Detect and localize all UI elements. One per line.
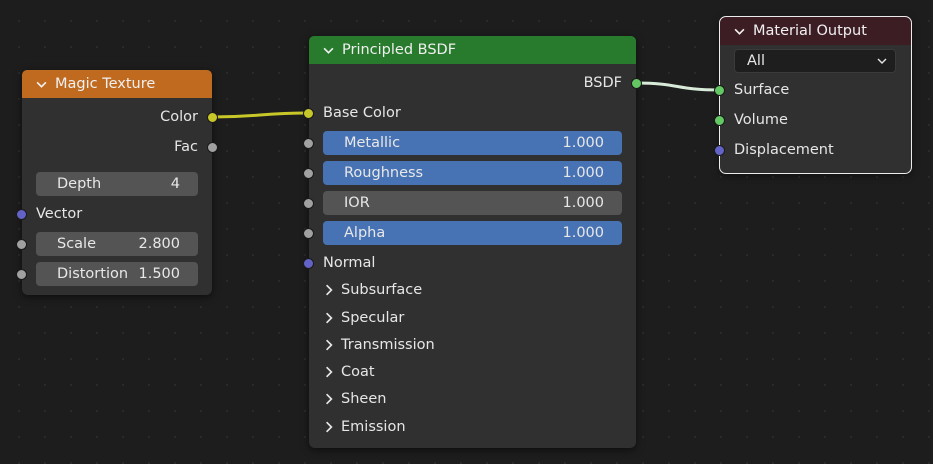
base-color-label: Base Color [323, 105, 401, 121]
roughness-input-socket[interactable] [303, 168, 314, 179]
metallic-input-socket[interactable] [303, 138, 314, 149]
panel-label: Subsurface [341, 282, 423, 298]
panel-subsurface[interactable]: Subsurface [323, 279, 422, 301]
alpha-label: Alpha [344, 225, 386, 241]
chevron-right-icon [326, 393, 333, 405]
chevron-down-icon[interactable] [36, 79, 47, 90]
node-title: Principled BSDF [342, 42, 457, 58]
distortion-input-socket[interactable] [16, 269, 27, 280]
panel-label: Transmission [341, 337, 435, 353]
chevron-right-icon [326, 284, 333, 296]
alpha-input-socket[interactable] [303, 228, 314, 239]
metallic-label: Metallic [344, 135, 401, 151]
roughness-label: Roughness [344, 165, 424, 181]
normal-input-label: Normal [323, 255, 376, 271]
node-title: Material Output [753, 23, 867, 39]
scale-input-socket[interactable] [16, 239, 27, 250]
vector-input-label: Vector [36, 206, 83, 222]
surface-input-socket[interactable] [714, 85, 725, 96]
fac-output-socket[interactable] [207, 142, 218, 153]
panel-coat[interactable]: Coat [323, 361, 375, 383]
alpha-value: 1.000 [562, 225, 604, 241]
scale-label: Scale [57, 236, 97, 252]
chevron-down-icon[interactable] [734, 26, 745, 37]
depth-field[interactable]: Depth 4 [36, 172, 198, 196]
surface-input-label: Surface [734, 82, 790, 98]
color-output-socket[interactable] [207, 112, 218, 123]
panel-label: Emission [341, 419, 406, 435]
ior-label: IOR [344, 195, 370, 211]
bsdf-to-surface-link[interactable] [635, 81, 721, 92]
principled-bsdf-header[interactable]: Principled BSDF [309, 36, 636, 64]
distortion-field[interactable]: Distortion 1.500 [36, 262, 198, 286]
volume-input-label: Volume [734, 112, 788, 128]
alpha-field[interactable]: Alpha 1.000 [323, 221, 622, 245]
bsdf-output-socket[interactable] [631, 78, 642, 89]
metallic-value: 1.000 [562, 135, 604, 151]
magic-texture-node[interactable]: Magic Texture Color Fac Depth 4 Vector S… [16, 70, 218, 295]
depth-label: Depth [57, 176, 102, 192]
panel-emission[interactable]: Emission [323, 416, 406, 438]
chevron-down-icon[interactable] [323, 45, 334, 56]
principled-bsdf-node[interactable]: Principled BSDF BSDF Base Color Metallic… [303, 36, 642, 448]
panel-specular[interactable]: Specular [323, 307, 404, 329]
node-title: Magic Texture [55, 76, 156, 92]
scale-field[interactable]: Scale 2.800 [36, 232, 198, 256]
fac-output-label: Fac [174, 139, 198, 155]
panel-label: Specular [341, 310, 405, 326]
vector-input-socket[interactable] [16, 209, 27, 220]
displacement-input-label: Displacement [734, 142, 834, 158]
ior-input-socket[interactable] [303, 198, 314, 209]
bsdf-output-label: BSDF [583, 75, 622, 91]
magic-texture-header[interactable]: Magic Texture [22, 70, 212, 98]
target-value: All [747, 53, 765, 69]
panel-label: Coat [341, 364, 375, 380]
material-output-header[interactable]: Material Output [720, 17, 911, 45]
scale-value: 2.800 [138, 236, 180, 252]
volume-input-socket[interactable] [714, 115, 725, 126]
panel-sheen[interactable]: Sheen [323, 388, 386, 410]
distortion-value: 1.500 [138, 266, 180, 282]
color-to-base-color-link[interactable] [211, 111, 310, 119]
ior-value: 1.000 [562, 195, 604, 211]
roughness-field[interactable]: Roughness 1.000 [323, 161, 622, 185]
material-output-node[interactable]: Material Output All Surface Volume Displ… [714, 16, 912, 174]
base-color-input-socket[interactable] [303, 108, 314, 119]
panel-label: Sheen [341, 391, 387, 407]
chevron-right-icon [326, 339, 333, 351]
chevron-right-icon [326, 421, 333, 433]
ior-field[interactable]: IOR 1.000 [323, 191, 622, 215]
depth-value: 4 [170, 176, 180, 192]
panel-transmission[interactable]: Transmission [323, 334, 435, 356]
metallic-field[interactable]: Metallic 1.000 [323, 131, 622, 155]
roughness-value: 1.000 [562, 165, 604, 181]
target-dropdown[interactable]: All [734, 49, 896, 73]
normal-input-socket[interactable] [303, 258, 314, 269]
chevron-right-icon [326, 366, 333, 378]
distortion-label: Distortion [57, 266, 129, 282]
chevron-right-icon [326, 312, 333, 324]
chevron-down-icon [877, 58, 887, 64]
color-output-label: Color [160, 109, 198, 125]
displacement-input-socket[interactable] [714, 145, 725, 156]
